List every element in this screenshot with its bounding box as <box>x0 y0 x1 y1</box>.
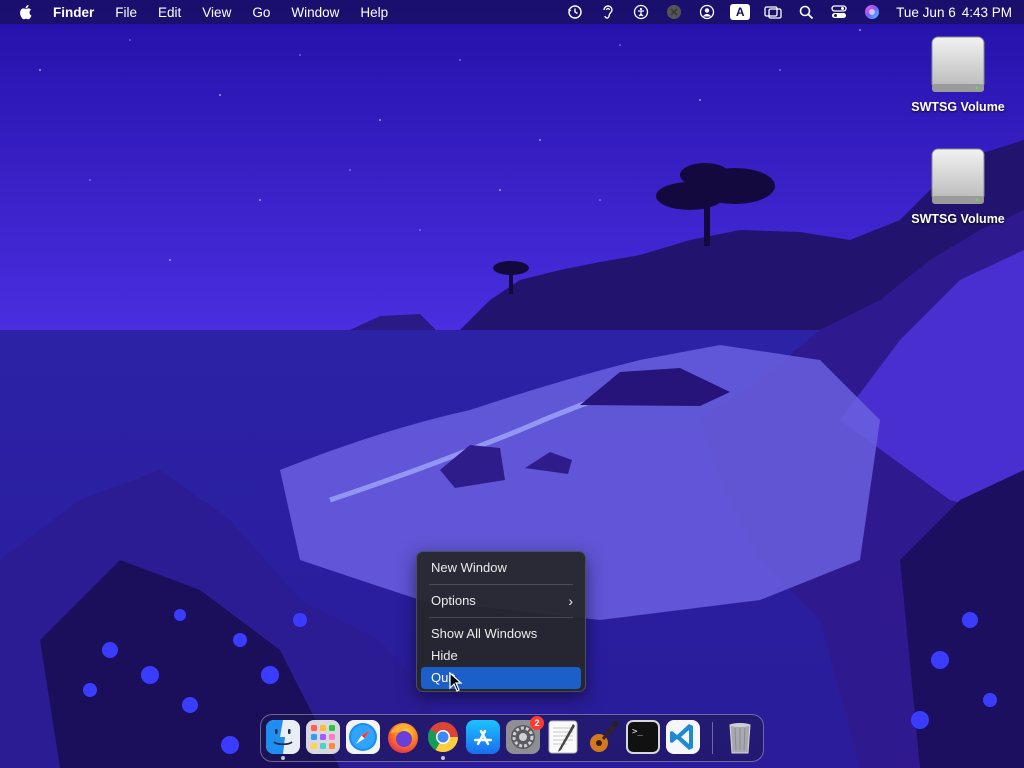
trash-icon <box>729 723 751 754</box>
time-machine-icon[interactable] <box>565 2 585 22</box>
spotlight-icon[interactable] <box>796 2 816 22</box>
screen-mirroring-icon[interactable] <box>763 2 783 22</box>
menu-item-options[interactable]: Options › <box>421 590 581 612</box>
menu-view[interactable]: View <box>202 5 231 20</box>
dock-terminal[interactable]: >_ <box>625 719 661 755</box>
dock-safari[interactable] <box>345 719 381 755</box>
menu-bar: Finder File Edit View Go Window Help A T… <box>0 0 1024 24</box>
desktop-drive-1[interactable]: SWTSG Volume <box>903 34 1013 114</box>
menu-item-show-all-windows[interactable]: Show All Windows <box>421 623 581 645</box>
app-store-icon <box>466 720 500 754</box>
menu-bar-left: Finder File Edit View Go Window Help <box>18 0 409 24</box>
menu-item-label: Options <box>431 593 476 608</box>
external-drive-icon <box>931 36 985 92</box>
menu-app-name[interactable]: Finder <box>53 5 94 20</box>
firefox-icon <box>388 723 418 753</box>
menu-help[interactable]: Help <box>360 5 388 20</box>
launchpad-icon <box>306 720 340 754</box>
menu-bar-right: A Tue Jun 6 4:43 PM <box>552 0 1012 24</box>
screen-recording-icon[interactable] <box>664 2 684 22</box>
menu-item-label: Show All Windows <box>431 626 538 641</box>
desktop-drive-2[interactable]: SWTSG Volume <box>903 146 1013 226</box>
running-indicator <box>281 756 285 760</box>
menu-separator <box>429 584 573 585</box>
dock-context-menu: New Window Options › Show All Windows Hi… <box>416 551 586 692</box>
terminal-prompt: >_ <box>632 727 643 737</box>
dock-vscode[interactable] <box>665 719 701 755</box>
dock-app-store[interactable] <box>465 719 501 755</box>
dock-system-settings[interactable]: 2 <box>505 716 544 755</box>
clock-date: Tue Jun 6 <box>896 4 956 20</box>
running-indicator <box>441 756 445 760</box>
textedit-icon <box>548 720 578 754</box>
menu-item-label: Hide <box>431 648 458 663</box>
menu-window[interactable]: Window <box>291 5 339 20</box>
clock-time: 4:43 PM <box>961 4 1012 20</box>
menu-separator <box>429 617 573 618</box>
mouse-cursor-icon <box>449 672 463 692</box>
dock-firefox[interactable] <box>385 719 421 755</box>
menu-bar-clock[interactable]: Tue Jun 6 4:43 PM <box>896 5 1012 20</box>
finder-icon <box>266 720 300 754</box>
chevron-right-icon: › <box>568 593 573 609</box>
siri-icon[interactable] <box>862 2 882 22</box>
apple-icon[interactable] <box>18 4 32 20</box>
menu-edit[interactable]: Edit <box>158 5 181 20</box>
safari-icon <box>346 720 380 754</box>
input-source-label: A <box>730 4 751 20</box>
garageband-icon <box>590 721 618 752</box>
dock-trash[interactable] <box>722 719 758 755</box>
dock-separator <box>712 722 713 754</box>
dock-chrome[interactable] <box>425 719 461 760</box>
dock-finder[interactable] <box>265 719 301 760</box>
menu-item-quit[interactable]: Quit <box>421 667 581 689</box>
notification-badge: 2 <box>530 716 544 730</box>
dock-launchpad[interactable] <box>305 719 341 755</box>
dock-textedit[interactable] <box>545 719 581 755</box>
user-icon[interactable] <box>697 2 717 22</box>
vscode-icon <box>666 720 700 754</box>
input-source-icon[interactable]: A <box>730 2 751 22</box>
menu-file[interactable]: File <box>115 5 137 20</box>
external-drive-icon <box>931 148 985 204</box>
terminal-icon: >_ <box>626 720 660 754</box>
drive-label: SWTSG Volume <box>911 100 1005 114</box>
accessibility-icon[interactable] <box>631 2 651 22</box>
hearing-icon[interactable] <box>598 2 618 22</box>
menu-item-label: New Window <box>431 560 507 575</box>
control-center-icon[interactable] <box>829 2 849 22</box>
menu-item-hide[interactable]: Hide <box>421 645 581 667</box>
chrome-icon <box>428 722 458 753</box>
menu-item-new-window[interactable]: New Window <box>421 557 581 579</box>
drive-label: SWTSG Volume <box>911 212 1005 226</box>
dock-garageband[interactable] <box>585 719 621 755</box>
menu-go[interactable]: Go <box>252 5 270 20</box>
